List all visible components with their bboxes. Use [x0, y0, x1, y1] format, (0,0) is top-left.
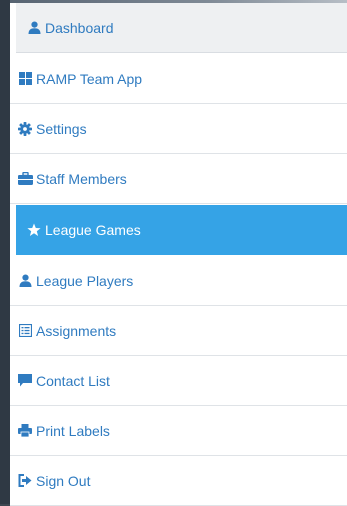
- gear-icon: [17, 121, 33, 136]
- list-icon: [17, 324, 33, 338]
- sidebar-menu: Dashboard RAMP Team App Settings Staff M…: [10, 3, 347, 506]
- sidebar-item-sign-out[interactable]: Sign Out: [10, 456, 347, 506]
- sidebar-item-label: League Players: [36, 272, 134, 289]
- sidebar-item-label: Settings: [36, 120, 87, 137]
- sidebar-item-assignments[interactable]: Assignments: [10, 306, 347, 356]
- sidebar-item-label: League Games: [45, 221, 141, 238]
- sidebar-item-label: Staff Members: [36, 170, 127, 187]
- sidebar-item-settings[interactable]: Settings: [10, 104, 347, 154]
- sidebar-item-label: Sign Out: [36, 472, 91, 489]
- sidebar-item-label: Assignments: [36, 322, 117, 339]
- comment-icon: [17, 374, 33, 388]
- star-icon: [26, 223, 42, 237]
- sidebar-item-label: RAMP Team App: [36, 70, 143, 87]
- sidebar-item-staff-members[interactable]: Staff Members: [10, 154, 347, 204]
- briefcase-icon: [17, 172, 33, 186]
- user-icon: [17, 274, 33, 288]
- sign-out-icon: [17, 474, 33, 488]
- print-icon: [17, 424, 33, 438]
- sidebar-item-print-labels[interactable]: Print Labels: [10, 406, 347, 456]
- sidebar-item-label: Dashboard: [45, 19, 114, 36]
- sidebar-item-label: Contact List: [36, 372, 110, 389]
- grid-icon: [17, 72, 33, 86]
- sidebar-item-league-games[interactable]: League Games: [16, 205, 347, 255]
- sidebar-item-dashboard[interactable]: Dashboard: [16, 3, 347, 53]
- sidebar-item-ramp-team-app[interactable]: RAMP Team App: [10, 54, 347, 104]
- user-icon: [26, 21, 42, 35]
- sidebar-item-league-players[interactable]: League Players: [10, 256, 347, 306]
- sidebar-item-label: Print Labels: [36, 422, 110, 439]
- sidebar-edge: [0, 0, 10, 504]
- sidebar-item-contact-list[interactable]: Contact List: [10, 356, 347, 406]
